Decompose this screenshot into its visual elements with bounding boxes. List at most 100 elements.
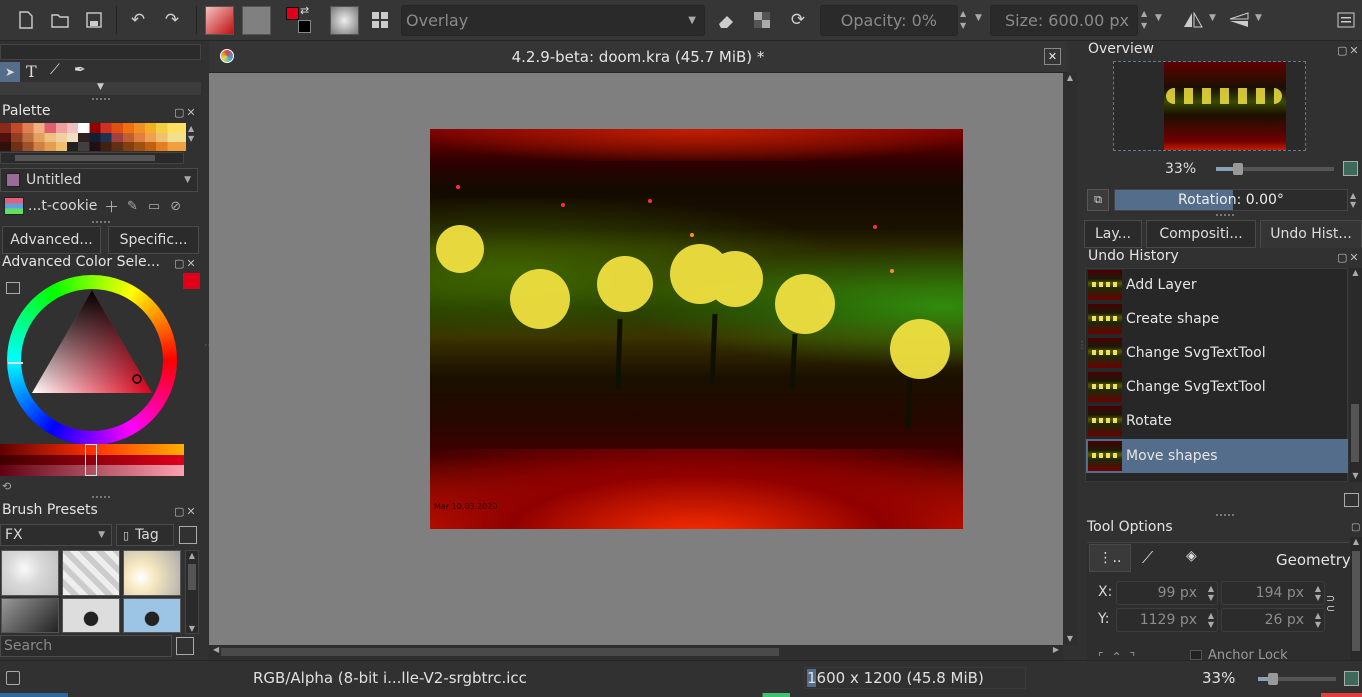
artwork-image[interactable]: Mar 10.03.2020 xyxy=(430,129,963,529)
folder-icon[interactable]: ▭ xyxy=(148,199,160,214)
gradient-swatch[interactable] xyxy=(205,6,234,35)
pattern-swatch[interactable] xyxy=(242,6,271,35)
height-spinbox[interactable]: 26 px ▲ ▼ xyxy=(1221,608,1325,632)
canvas-horizontal-scrollbar[interactable]: ◀ ▶ xyxy=(209,645,1063,659)
list-item[interactable]: Add Layer xyxy=(1086,268,1348,302)
palette-hscroll[interactable] xyxy=(0,152,184,164)
save-icon[interactable] xyxy=(80,6,108,34)
undo-history-options-icon[interactable] xyxy=(1344,493,1359,507)
swap-colors-icon[interactable]: ⇄ xyxy=(300,4,309,17)
brush-preset-item[interactable] xyxy=(1,598,59,633)
tab-specific-color[interactable]: Specific... xyxy=(108,226,199,254)
blend-mode-select[interactable]: Overlay ▼ xyxy=(401,5,705,36)
undo-float-close-icons[interactable]: ▢✕ xyxy=(1337,251,1361,264)
current-color-swatch[interactable] xyxy=(183,273,200,289)
list-item[interactable]: Change SvgTextTool xyxy=(1086,336,1348,370)
opacity-spin-arrows[interactable]: ▲ ▼ xyxy=(960,8,966,32)
mirror-horizontal-icon[interactable] xyxy=(1179,6,1207,34)
opacity-slider[interactable]: Opacity: 0% xyxy=(820,5,958,36)
list-item[interactable]: Change SvgTextTool xyxy=(1086,370,1348,404)
mirror-view-icon[interactable]: ⧉ xyxy=(1087,189,1109,211)
brush-preset-item[interactable] xyxy=(62,550,120,596)
opacity-chevron-icon[interactable]: ▼ xyxy=(975,13,982,23)
tab-undo-history[interactable]: Undo Hist... xyxy=(1260,220,1362,248)
tool-options-scrollbar[interactable]: ▲ xyxy=(1350,537,1362,660)
fill-options-icon[interactable]: ◈ xyxy=(1186,548,1197,564)
color-wheel[interactable] xyxy=(7,275,177,445)
list-item[interactable]: Create shape xyxy=(1086,302,1348,336)
undo-icon[interactable]: ↶ xyxy=(124,6,152,34)
palette-select[interactable]: Untitled ▼ xyxy=(0,168,198,192)
background-color-swatch[interactable] xyxy=(298,20,311,33)
image-size-field[interactable]: 1600 x 1200 (45.8 MiB) xyxy=(804,667,1026,689)
brush-preset-item[interactable] xyxy=(123,598,181,633)
edit-swatch-icon[interactable]: ✎ xyxy=(127,199,138,214)
overview-zoom-slider[interactable] xyxy=(1216,163,1334,175)
brush-preset-item[interactable] xyxy=(62,598,120,633)
width-spinbox[interactable]: 194 px ▲ ▼ xyxy=(1221,581,1325,605)
calligraphy-tool-icon[interactable]: ⟋ xyxy=(50,62,60,78)
color-slider-handle[interactable] xyxy=(85,444,97,476)
new-document-icon[interactable] xyxy=(12,6,40,34)
overview-settings-icon[interactable] xyxy=(1343,161,1358,176)
tool-options-float-icon[interactable]: ▢ xyxy=(1351,522,1360,533)
brush-filter-select[interactable]: FX ▼ xyxy=(0,524,112,546)
tool-search-bar[interactable] xyxy=(0,44,201,60)
tab-geometry-options[interactable]: ⋮.. xyxy=(1089,544,1131,572)
palette-list-icon[interactable] xyxy=(4,197,24,215)
brush-preset-icon[interactable] xyxy=(330,6,359,35)
mirror-v-chevron-icon[interactable]: ▼ xyxy=(1255,13,1262,23)
overview-thumbnail[interactable] xyxy=(1113,61,1306,151)
size-slider[interactable]: Size: 600.00 px xyxy=(990,5,1138,36)
add-swatch-icon[interactable]: ＋ xyxy=(104,196,119,217)
save-search-icon[interactable] xyxy=(176,637,194,655)
rotation-spin-arrows[interactable]: ▲ ▼ xyxy=(1350,191,1356,209)
list-item[interactable]: Rotate xyxy=(1086,404,1348,438)
tab-layers[interactable]: Lay... xyxy=(1084,220,1142,248)
reset-color-icon[interactable]: ⟲ xyxy=(2,480,11,493)
workspace-grid-icon[interactable] xyxy=(366,6,394,34)
y-position-spinbox[interactable]: 1129 px ▲ ▼ xyxy=(1116,608,1218,632)
open-document-icon[interactable] xyxy=(46,6,74,34)
eraser-mode-icon[interactable] xyxy=(712,6,740,34)
brush-float-close-icons[interactable]: ▢✕ xyxy=(174,505,198,518)
text-tool-icon[interactable]: T xyxy=(26,62,37,81)
mirror-vertical-icon[interactable] xyxy=(1225,6,1253,34)
undo-history-scrollbar[interactable]: ▲ ▼ xyxy=(1349,268,1362,482)
brush-search-input[interactable]: Search xyxy=(0,635,172,657)
list-item-selected[interactable]: Move shapes xyxy=(1086,439,1348,473)
pen-tool-icon[interactable]: ✒ xyxy=(74,62,86,78)
palette-swatches[interactable] xyxy=(0,123,186,151)
rotation-slider[interactable]: Rotation: 0.00° xyxy=(1114,189,1348,211)
palette-scroll-arrows[interactable]: ▲ ▼ xyxy=(188,124,194,144)
alpha-lock-icon[interactable] xyxy=(748,6,776,34)
tab-advanced-color[interactable]: Advanced... xyxy=(2,226,101,254)
remove-swatch-icon[interactable]: ⊘ xyxy=(170,199,181,214)
anchor-lock-checkbox[interactable] xyxy=(1190,650,1202,660)
brush-preset-item[interactable] xyxy=(1,550,59,596)
size-spin-arrows[interactable]: ▲ ▼ xyxy=(1141,8,1147,32)
select-shapes-tool-icon[interactable]: ➤ xyxy=(0,62,20,82)
close-document-icon[interactable]: ✕ xyxy=(1044,48,1061,65)
zoom-slider[interactable] xyxy=(1258,673,1336,685)
mirror-h-chevron-icon[interactable]: ▼ xyxy=(1209,13,1216,23)
tag-button[interactable]: ▯ Tag xyxy=(116,524,174,546)
menu-icon[interactable] xyxy=(1332,6,1360,34)
zoom-settings-icon[interactable] xyxy=(1344,671,1359,686)
stroke-options-icon[interactable]: ⟋ xyxy=(1142,548,1153,568)
color-float-close-icons[interactable]: ▢✕ xyxy=(174,257,198,270)
anchor-buttons[interactable]: ⌜⌃⌝ xyxy=(1098,650,1168,660)
canvas-vertical-scrollbar[interactable]: ▲ ▼ xyxy=(1063,73,1077,645)
aspect-lock-chain-icon[interactable]: ⊃ ⊂ xyxy=(1326,593,1335,614)
brush-view-icon[interactable] xyxy=(179,526,197,544)
toolbox-expand-icon[interactable]: ▼ xyxy=(0,82,201,95)
palette-float-close-icons[interactable]: ▢✕ xyxy=(174,106,198,119)
selection-status-icon[interactable] xyxy=(6,671,20,685)
brush-presets-scrollbar[interactable]: ▲ ▼ xyxy=(185,550,199,634)
x-position-spinbox[interactable]: 99 px ▲ ▼ xyxy=(1116,581,1218,605)
brush-preset-item[interactable] xyxy=(123,550,181,596)
reload-preset-icon[interactable]: ⟳ xyxy=(784,6,812,34)
redo-icon[interactable]: ↷ xyxy=(158,6,186,34)
foreground-color-swatch[interactable] xyxy=(286,7,299,20)
size-chevron-icon[interactable]: ▼ xyxy=(1155,13,1162,23)
